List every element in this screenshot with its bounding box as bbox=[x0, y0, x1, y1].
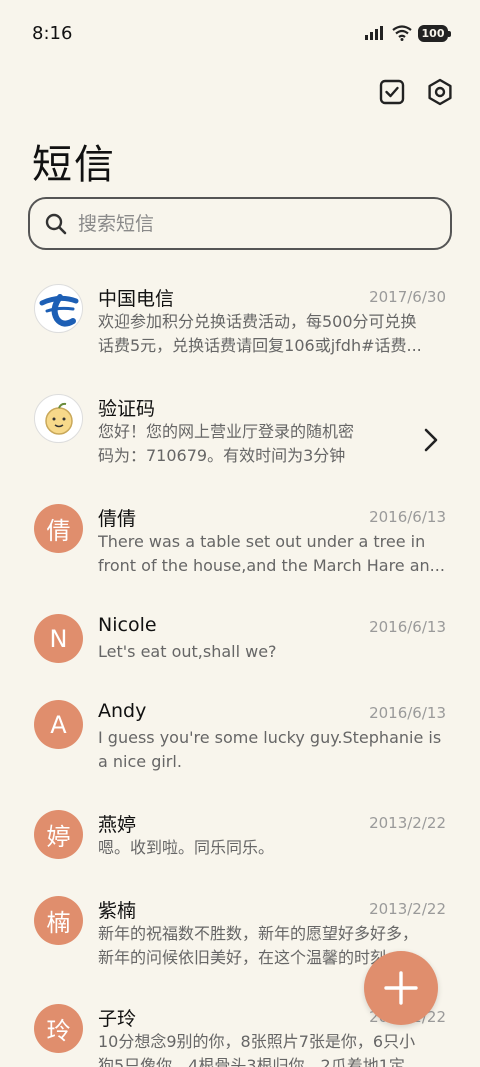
message-date: 2016/6/13 bbox=[369, 618, 446, 636]
list-item[interactable]: 婷 燕婷 2013/2/22 嗯。收到啦。同乐同乐。 bbox=[0, 798, 480, 884]
status-time: 8:16 bbox=[32, 22, 73, 44]
settings-button[interactable] bbox=[426, 78, 454, 106]
status-icons: 100 bbox=[364, 24, 451, 42]
search-bar[interactable] bbox=[28, 197, 452, 250]
contact-name: 燕婷 bbox=[98, 814, 137, 836]
chevron-right-icon bbox=[424, 428, 438, 452]
message-list: 中国电信 2017/6/30 欢迎参加积分兑换话费活动，每500分可兑换 话费5… bbox=[0, 272, 480, 1067]
avatar: 婷 bbox=[34, 810, 83, 859]
avatar: 玲 bbox=[34, 1004, 83, 1053]
wifi-icon bbox=[392, 25, 412, 41]
contact-name: 验证码 bbox=[98, 398, 156, 420]
china-telecom-logo-icon bbox=[39, 293, 78, 327]
contact-name: Nicole bbox=[98, 614, 157, 636]
avatar bbox=[34, 284, 83, 333]
message-preview: I guess you're some lucky guy.Stephanie … bbox=[98, 728, 442, 771]
battery-icon: 100 bbox=[418, 24, 451, 42]
message-preview: 嗯。收到啦。同乐同乐。 bbox=[98, 838, 275, 857]
message-preview: 您好！您的网上营业厅登录的随机密 码为：710679。有效时间为3分钟 bbox=[98, 422, 355, 465]
message-date: 2016/6/13 bbox=[369, 508, 446, 526]
battery-level: 100 bbox=[421, 26, 445, 40]
contact-name: Andy bbox=[98, 700, 147, 722]
contact-name: 中国电信 bbox=[98, 288, 175, 310]
top-actions bbox=[378, 78, 454, 106]
avatar: A bbox=[34, 700, 83, 749]
contact-name: 紫楠 bbox=[98, 900, 137, 922]
apple-character-icon bbox=[44, 402, 73, 435]
contact-name: 倩倩 bbox=[98, 508, 137, 530]
message-preview: 10分想念9别的你，8张照片7张是你，6只小 狗5只像你，4根骨头3根归你，2爪… bbox=[98, 1032, 416, 1067]
message-preview: 欢迎参加积分兑换话费活动，每500分可兑换 话费5元，兑换话费请回复106或jf… bbox=[98, 312, 422, 355]
page-title: 短信 bbox=[32, 142, 116, 188]
hexagon-settings-icon bbox=[428, 78, 452, 106]
message-date: 2013/2/22 bbox=[369, 814, 446, 832]
hd-signal-icon bbox=[365, 26, 383, 40]
contact-name: 子玲 bbox=[98, 1008, 137, 1030]
edit-button[interactable] bbox=[378, 78, 406, 106]
new-message-button[interactable] bbox=[364, 951, 438, 1025]
list-item[interactable]: 中国电信 2017/6/30 欢迎参加积分兑换话费活动，每500分可兑换 话费5… bbox=[0, 272, 480, 382]
avatar bbox=[34, 394, 83, 443]
message-date: 2017/6/30 bbox=[369, 288, 446, 306]
avatar: N bbox=[34, 614, 83, 663]
plus-icon bbox=[384, 971, 418, 1005]
avatar: 倩 bbox=[34, 504, 83, 553]
status-bar: 8:16 100 bbox=[0, 0, 480, 66]
message-preview: Let's eat out,shall we? bbox=[98, 642, 277, 661]
avatar: 楠 bbox=[34, 896, 83, 945]
message-preview: There was a table set out under a tree i… bbox=[98, 532, 445, 575]
list-item[interactable]: N Nicole 2016/6/13 Let's eat out,shall w… bbox=[0, 602, 480, 688]
search-icon bbox=[45, 213, 67, 234]
list-item[interactable]: 倩 倩倩 2016/6/13 There was a table set out… bbox=[0, 492, 480, 602]
list-item[interactable]: 验证码 您好！您的网上营业厅登录的随机密 码为：710679。有效时间为3分钟 bbox=[0, 382, 480, 492]
message-date: 2016/6/13 bbox=[369, 704, 446, 722]
list-item[interactable]: A Andy 2016/6/13 I guess you're some luc… bbox=[0, 688, 480, 798]
search-input[interactable] bbox=[78, 212, 418, 235]
checkbox-icon bbox=[379, 79, 405, 105]
message-date: 2013/2/22 bbox=[369, 900, 446, 918]
